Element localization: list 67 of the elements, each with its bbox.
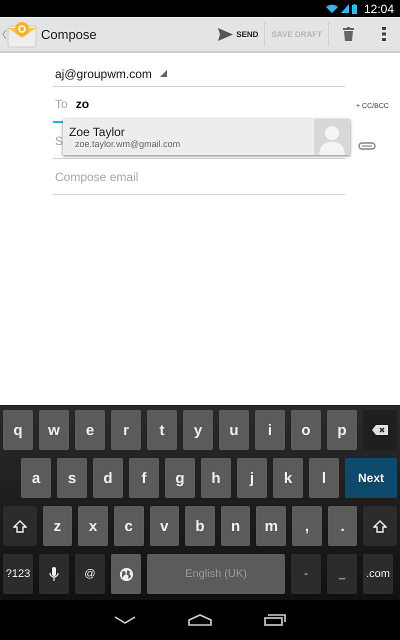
key[interactable]: v (150, 506, 180, 546)
key[interactable]: z (42, 506, 72, 546)
key[interactable]: t (147, 410, 177, 450)
key[interactable]: q (3, 410, 33, 450)
key[interactable]: r (111, 410, 141, 450)
microphone-key[interactable] (39, 554, 69, 594)
shift-icon (12, 520, 27, 532)
paperclip-icon[interactable] (358, 142, 376, 150)
send-icon (218, 28, 234, 40)
to-label: To (55, 97, 68, 111)
shift-key[interactable] (3, 506, 37, 546)
next-key[interactable]: Next (345, 458, 397, 498)
key[interactable]: ?123 (3, 554, 33, 594)
key[interactable]: a (21, 458, 51, 498)
clock-time: 12:04 (364, 2, 394, 16)
to-value: zo (76, 97, 90, 111)
backspace-icon (372, 425, 388, 435)
back-icon[interactable] (114, 616, 136, 624)
subject-placeholder: S (55, 134, 64, 148)
microphone-icon (49, 566, 59, 582)
body-placeholder: Compose email (55, 170, 138, 184)
backspace-key[interactable] (363, 410, 397, 450)
key[interactable]: k (273, 458, 303, 498)
key[interactable]: d (93, 458, 123, 498)
key[interactable]: g (165, 458, 195, 498)
key[interactable]: p (327, 410, 357, 450)
language-key[interactable] (111, 554, 141, 594)
key[interactable]: m (256, 506, 286, 546)
key[interactable]: l (309, 458, 339, 498)
key[interactable]: w (39, 410, 69, 450)
recent-apps-icon[interactable] (264, 614, 286, 626)
home-icon[interactable] (188, 614, 212, 626)
more-dots-icon (382, 27, 386, 41)
key[interactable]: f (129, 458, 159, 498)
key[interactable]: h (201, 458, 231, 498)
autocomplete-menu[interactable]: Zoe Taylor zoe.taylor.wm@gmail.com (63, 119, 350, 155)
dropdown-corner-icon (160, 70, 167, 77)
send-button[interactable]: SEND (212, 20, 264, 48)
key[interactable]: j (237, 458, 267, 498)
signal-icon (340, 4, 349, 13)
shift-key[interactable] (363, 506, 397, 546)
key[interactable]: - (291, 554, 321, 594)
wifi-icon (326, 4, 338, 13)
key[interactable]: i (255, 410, 285, 450)
key[interactable]: c (114, 506, 144, 546)
key[interactable]: @ (75, 554, 105, 594)
key[interactable]: s (57, 458, 87, 498)
contact-email: zoe.taylor.wm@gmail.com (74, 139, 182, 149)
globe-icon (118, 566, 134, 582)
key[interactable]: n (220, 506, 250, 546)
key[interactable]: x (78, 506, 108, 546)
key[interactable]: , (292, 506, 322, 546)
from-account-dropdown[interactable]: aj@groupwm.com (55, 66, 152, 80)
key[interactable]: o (291, 410, 321, 450)
key[interactable]: y (183, 410, 213, 450)
screen-title: Compose (41, 26, 98, 42)
shift-icon (373, 520, 388, 532)
key[interactable]: e (75, 410, 105, 450)
key[interactable]: .com (363, 554, 393, 594)
key[interactable]: . (328, 506, 358, 546)
key[interactable]: b (185, 506, 215, 546)
avatar-icon (314, 119, 350, 155)
key[interactable]: u (219, 410, 249, 450)
contact-name: Zoe Taylor (69, 125, 126, 139)
key[interactable]: _ (327, 554, 357, 594)
battery-icon (352, 4, 357, 14)
trash-icon (343, 27, 354, 41)
